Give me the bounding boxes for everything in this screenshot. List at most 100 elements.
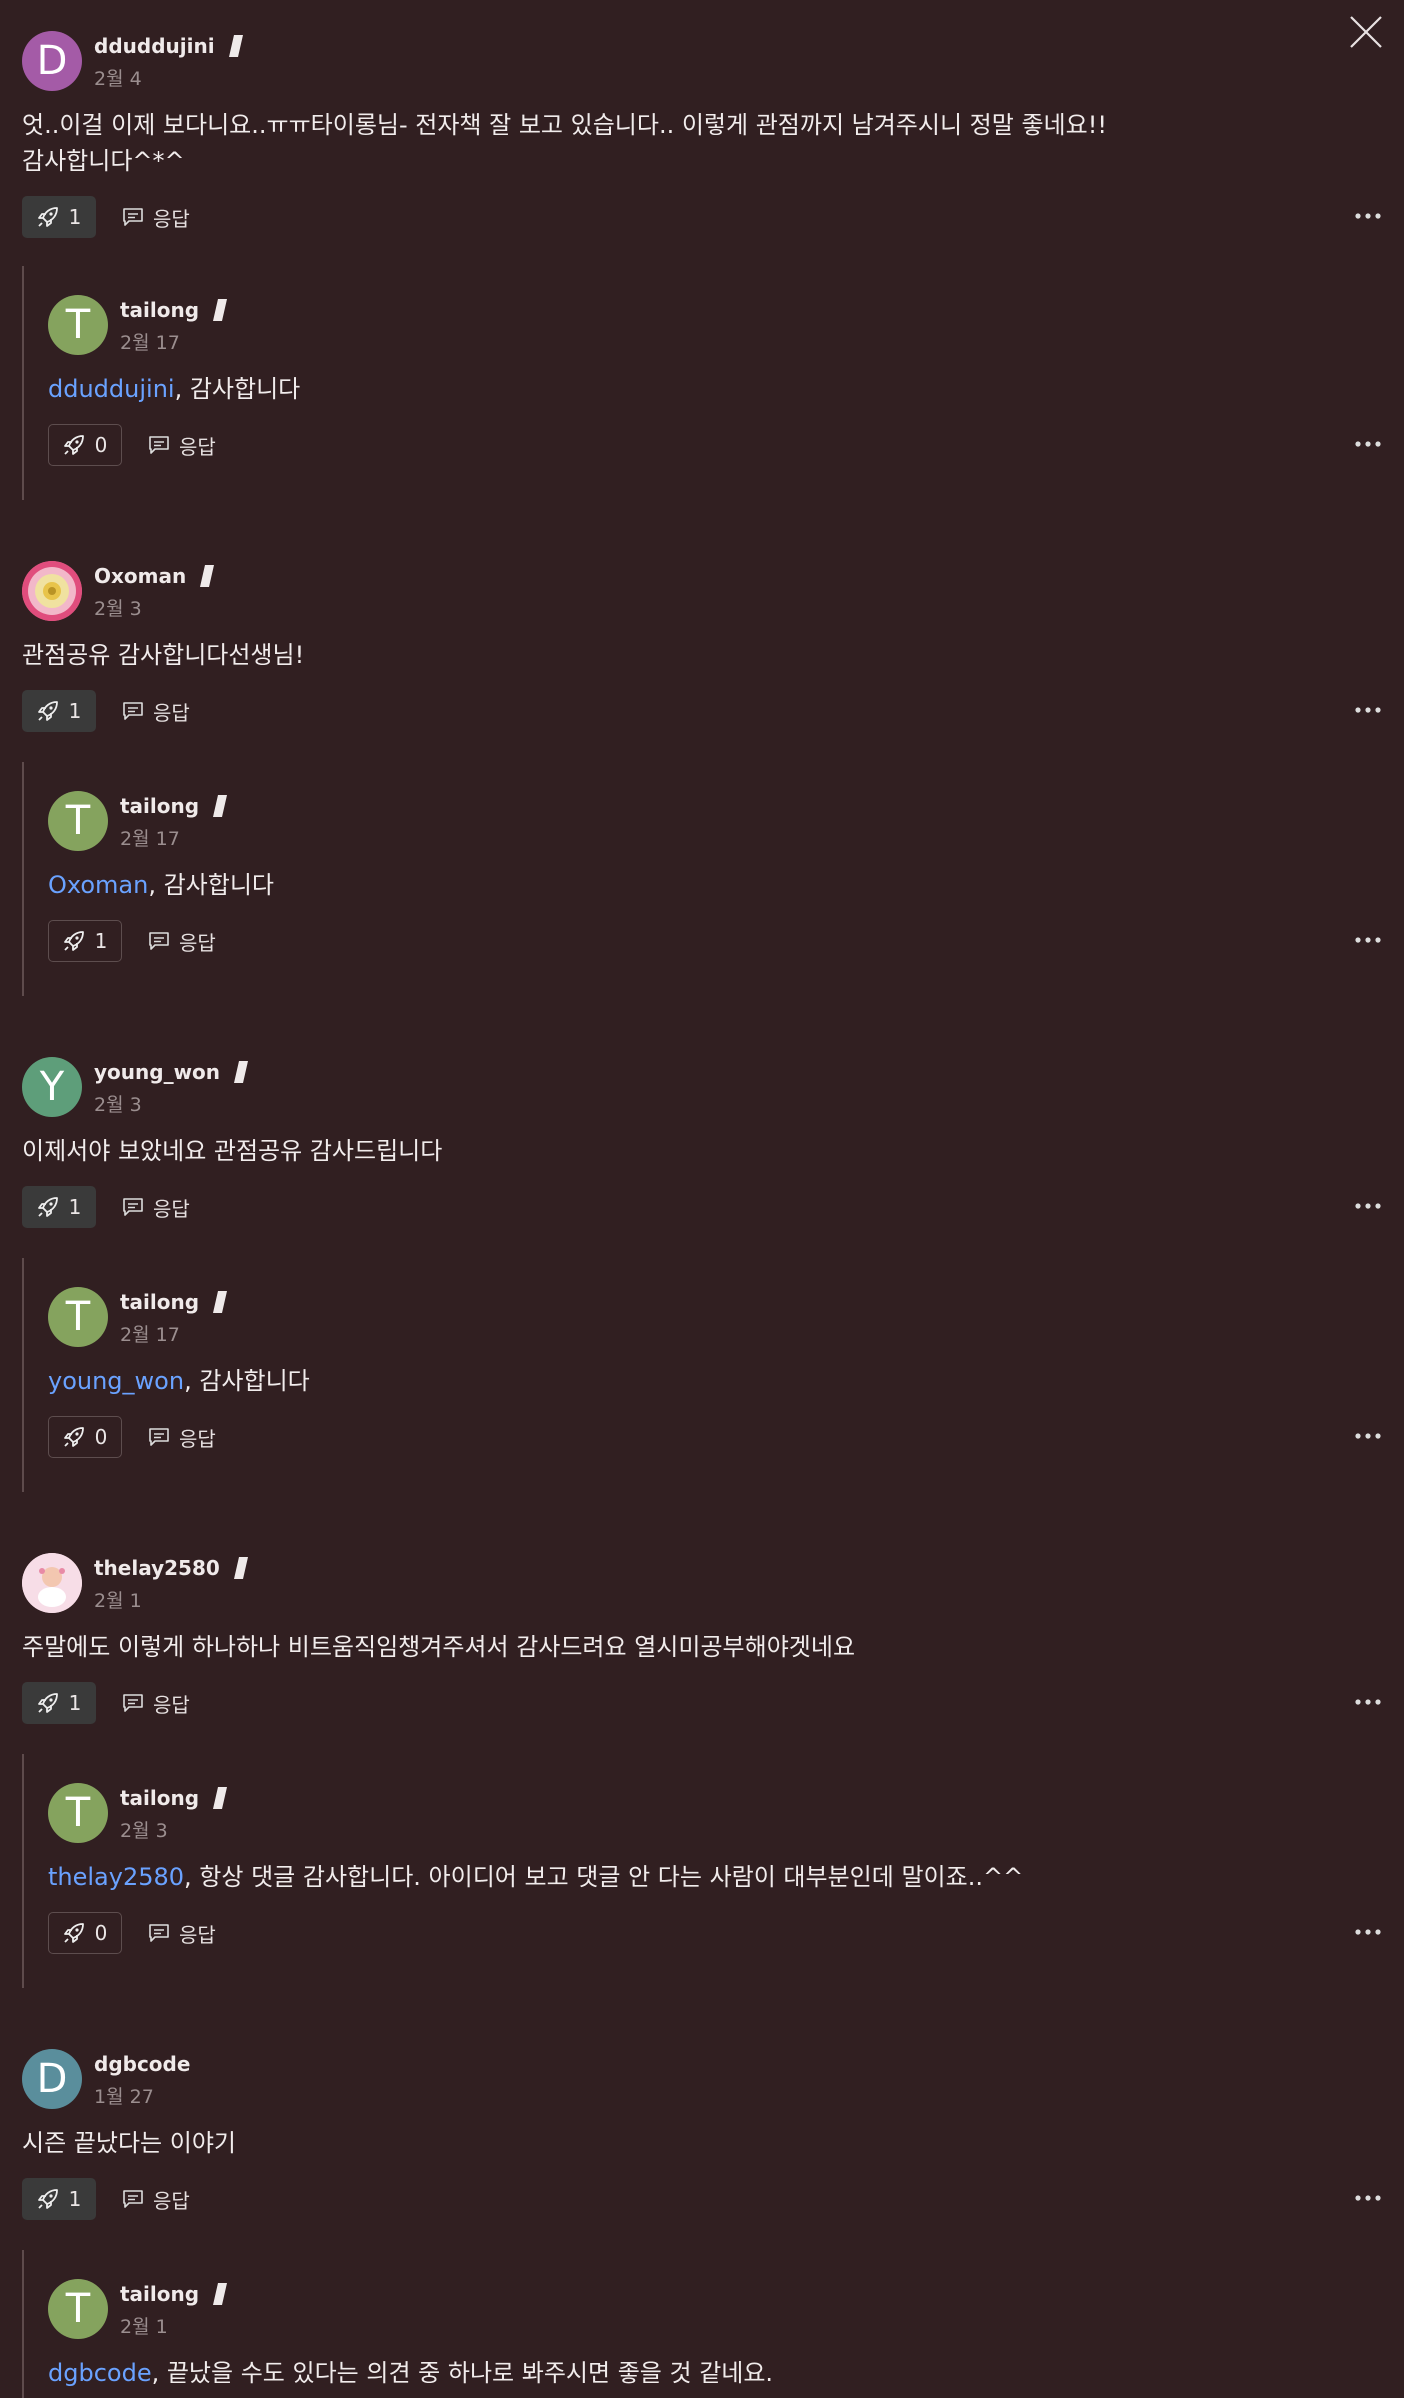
username[interactable]: thelay2580 xyxy=(94,1556,220,1580)
reply-label: 응답 xyxy=(153,700,190,725)
comment-icon xyxy=(149,436,169,454)
avatar[interactable]: Y xyxy=(22,1057,82,1117)
like-count: 0 xyxy=(94,1425,108,1449)
avatar-letter: D xyxy=(36,2056,68,2102)
username[interactable]: dgbcode xyxy=(94,2052,190,2076)
like-button[interactable]: 0 xyxy=(48,1912,122,1954)
username[interactable]: tailong xyxy=(120,1786,199,1810)
avatar[interactable]: T xyxy=(48,295,108,355)
rocket-icon xyxy=(37,1693,58,1713)
comment-item: thelay2580 2월 1 주말에도 이렇게 하나하나 비트움직임챙겨주셔서… xyxy=(22,1553,1382,1725)
reply-text: dgbcode, 끝났을 수도 있다는 의견 중 하나로 봐주시면 좋을 것 같… xyxy=(48,2355,1382,2391)
username[interactable]: Oxoman xyxy=(94,564,186,588)
mention-link[interactable]: thelay2580 xyxy=(48,1863,184,1891)
username[interactable]: dduddujini xyxy=(94,34,215,58)
comment-text: 이제서야 보았네요 관점공유 감사드립니다 xyxy=(22,1137,443,1165)
more-dots-icon xyxy=(1355,2195,1381,2201)
avatar[interactable]: T xyxy=(48,791,108,851)
username[interactable]: tailong xyxy=(120,1290,199,1314)
reply-text-content: , 항상 댓글 감사합니다. 아이디어 보고 댓글 안 다는 사람이 대부분인데… xyxy=(184,1863,1024,1891)
more-options-button[interactable] xyxy=(1354,930,1382,950)
comment-header: Oxoman 2월 3 xyxy=(22,561,1382,623)
username[interactable]: young_won xyxy=(94,1060,220,1084)
reply-header: T tailong 2월 17 xyxy=(48,791,1382,853)
more-dots-icon xyxy=(1355,1433,1381,1439)
comment-actions: 1 응답 xyxy=(22,195,1382,239)
more-dots-icon xyxy=(1355,1203,1381,1209)
reply-button[interactable]: 응답 xyxy=(122,1193,190,1222)
username[interactable]: tailong xyxy=(120,298,199,322)
rocket-icon xyxy=(63,1427,84,1447)
reply-button[interactable]: 응답 xyxy=(148,927,216,956)
comment-text: 시즌 끝났다는 이야기 xyxy=(22,2129,236,2157)
reply-button[interactable]: 응답 xyxy=(148,431,216,460)
like-button[interactable]: 1 xyxy=(22,690,96,732)
like-count: 0 xyxy=(94,433,108,457)
slash-badge-icon xyxy=(200,565,215,587)
more-options-button[interactable] xyxy=(1354,434,1382,454)
mention-link[interactable]: dduddujini xyxy=(48,375,175,403)
comment-icon xyxy=(149,1924,169,1942)
rocket-icon xyxy=(63,931,84,951)
reply-button[interactable]: 응답 xyxy=(122,203,190,232)
reply-text: Oxoman, 감사합니다 xyxy=(48,867,1382,903)
like-count: 1 xyxy=(68,1691,82,1715)
reply-button[interactable]: 응답 xyxy=(148,1423,216,1452)
mention-link[interactable]: Oxoman xyxy=(48,871,148,899)
reply-header: T tailong 2월 1 xyxy=(48,2279,1382,2341)
comment-icon xyxy=(123,1694,143,1712)
mention-link[interactable]: dgbcode xyxy=(48,2359,152,2387)
comment-actions: 1 응답 xyxy=(22,1681,1382,1725)
reply-header: T tailong 2월 3 xyxy=(48,1783,1382,1845)
like-count: 1 xyxy=(68,2187,82,2211)
avatar[interactable]: D xyxy=(22,2049,82,2109)
comment-actions: 1 응답 xyxy=(22,2177,1382,2221)
more-dots-icon xyxy=(1355,441,1381,447)
avatar[interactable]: T xyxy=(48,1287,108,1347)
like-count: 1 xyxy=(68,699,82,723)
more-options-button[interactable] xyxy=(1354,1692,1382,1712)
username[interactable]: tailong xyxy=(120,2282,199,2306)
more-dots-icon xyxy=(1355,1929,1381,1935)
comment-item: Y young_won 2월 3 이제서야 보았네요 관점공유 감사드립니다 1… xyxy=(22,1057,1382,1229)
reply-button[interactable]: 응답 xyxy=(122,1689,190,1718)
reply-button[interactable]: 응답 xyxy=(122,2185,190,2214)
comment-header: Y young_won 2월 3 xyxy=(22,1057,1382,1119)
mention-link[interactable]: young_won xyxy=(48,1367,184,1395)
like-button[interactable]: 1 xyxy=(48,920,122,962)
comment-text: 엇..이걸 이제 보다니요..ㅠㅠ타이롱님- 전자책 잘 보고 있습니다.. 이… xyxy=(22,111,1107,175)
more-options-button[interactable] xyxy=(1354,1426,1382,1446)
slash-badge-icon xyxy=(213,2283,228,2305)
slash-badge-icon xyxy=(233,1557,248,1579)
comment-icon xyxy=(123,208,143,226)
more-options-button[interactable] xyxy=(1354,1922,1382,1942)
reply-label: 응답 xyxy=(179,1922,216,1947)
like-button[interactable]: 1 xyxy=(22,1186,96,1228)
more-dots-icon xyxy=(1355,213,1381,219)
avatar[interactable] xyxy=(22,1553,82,1613)
like-button[interactable]: 1 xyxy=(22,196,96,238)
avatar[interactable]: T xyxy=(48,1783,108,1843)
avatar[interactable] xyxy=(22,561,82,621)
avatar[interactable]: D xyxy=(22,31,82,91)
rocket-icon xyxy=(37,1197,58,1217)
avatar[interactable]: T xyxy=(48,2279,108,2339)
more-options-button[interactable] xyxy=(1354,2188,1382,2208)
more-options-button[interactable] xyxy=(1354,1196,1382,1216)
avatar-letter: Y xyxy=(39,1064,65,1110)
avatar-letter: T xyxy=(65,1294,91,1340)
like-button[interactable]: 1 xyxy=(22,1682,96,1724)
comment-date: 2월 17 xyxy=(120,332,180,354)
reply-actions: 0 응답 xyxy=(48,1415,1382,1459)
more-options-button[interactable] xyxy=(1354,700,1382,720)
like-count: 1 xyxy=(68,1195,82,1219)
reply-actions: 0 응답 xyxy=(48,1911,1382,1955)
more-options-button[interactable] xyxy=(1354,206,1382,226)
reply-button[interactable]: 응답 xyxy=(148,1919,216,1948)
like-button[interactable]: 1 xyxy=(22,2178,96,2220)
comment-icon xyxy=(123,702,143,720)
like-button[interactable]: 0 xyxy=(48,1416,122,1458)
like-button[interactable]: 0 xyxy=(48,424,122,466)
username[interactable]: tailong xyxy=(120,794,199,818)
reply-button[interactable]: 응답 xyxy=(122,697,190,726)
